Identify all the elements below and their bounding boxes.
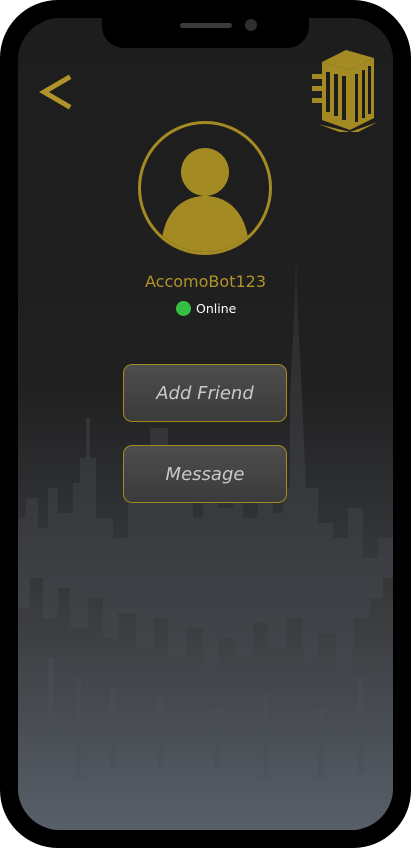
message-button[interactable]: Message bbox=[123, 445, 287, 503]
app-screen: AccomoBot123 Online Add Friend Message bbox=[18, 18, 393, 830]
back-chevron-icon bbox=[39, 74, 72, 110]
device-notch bbox=[102, 18, 309, 48]
status-indicator-icon bbox=[176, 300, 191, 316]
user-silhouette-icon bbox=[161, 148, 249, 252]
front-camera bbox=[245, 19, 257, 31]
username: AccomoBot123 bbox=[145, 272, 266, 291]
avatar bbox=[138, 121, 272, 255]
building-icon bbox=[312, 50, 378, 132]
back-button[interactable] bbox=[38, 70, 78, 114]
add-friend-button[interactable]: Add Friend bbox=[123, 364, 287, 422]
phone-frame: AccomoBot123 Online Add Friend Message bbox=[0, 0, 411, 848]
online-status: Online bbox=[176, 299, 236, 317]
status-text: Online bbox=[196, 300, 237, 316]
speaker-grille bbox=[180, 23, 232, 28]
